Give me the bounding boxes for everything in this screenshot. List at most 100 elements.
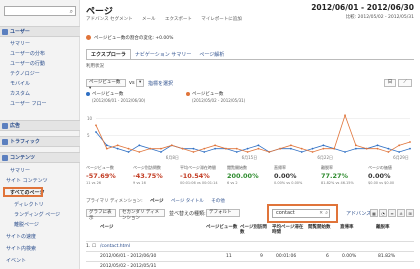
dimension-page-title[interactable]: ページ タイトル xyxy=(171,199,204,204)
checkbox-icon[interactable]: ☐ xyxy=(92,244,96,249)
sidebar-item-custom[interactable]: カスタム xyxy=(10,90,90,98)
dimension-page[interactable]: ページ xyxy=(150,199,163,204)
bar-view-icon[interactable]: ≡ xyxy=(388,209,396,217)
data-point[interactable] xyxy=(344,114,346,117)
data-point[interactable] xyxy=(365,147,368,150)
subtab-usage[interactable]: 利用状況 xyxy=(86,63,104,69)
data-point[interactable] xyxy=(376,144,379,147)
data-point[interactable] xyxy=(289,144,292,147)
add-to-dashboard-button[interactable]: マイレポートに追加 xyxy=(201,17,242,22)
data-point[interactable] xyxy=(138,144,141,147)
data-point[interactable] xyxy=(333,147,336,150)
sidebar-item-site-content[interactable]: サイト コンテンツ xyxy=(6,177,86,185)
data-point[interactable] xyxy=(246,151,249,153)
data-point[interactable] xyxy=(354,144,357,147)
data-point[interactable] xyxy=(257,144,260,147)
col-header-page[interactable]: ページ xyxy=(100,225,113,239)
sidebar-section-content[interactable]: コンテンツ xyxy=(0,152,80,163)
col-header-entrances[interactable]: 閲覧開始数 xyxy=(308,225,336,239)
data-point[interactable] xyxy=(300,151,303,153)
granularity-button[interactable]: 日 xyxy=(384,79,396,87)
tab-in-page[interactable]: ページ解析 xyxy=(195,50,228,59)
sidebar-item-technology[interactable]: テクノロジー xyxy=(10,70,90,78)
data-point[interactable] xyxy=(127,151,130,153)
data-point[interactable] xyxy=(311,151,314,153)
email-button[interactable]: メール xyxy=(142,17,156,22)
data-point[interactable] xyxy=(279,147,281,150)
col-header-exit[interactable]: 離脱率 xyxy=(376,225,406,239)
data-point[interactable] xyxy=(268,151,271,153)
search-icon[interactable]: ⌕ xyxy=(325,210,328,217)
sidebar-search-input[interactable]: ⌕ xyxy=(4,6,76,16)
plot-rows-button[interactable]: グラフに表示 xyxy=(86,209,116,221)
data-point[interactable] xyxy=(160,151,162,153)
data-point[interactable] xyxy=(203,147,206,150)
data-point[interactable] xyxy=(387,147,390,150)
select-metric-link[interactable]: 指標を選択 xyxy=(148,80,173,87)
data-point[interactable] xyxy=(170,144,173,147)
sidebar-section-ads[interactable]: 広告 xyxy=(0,120,80,131)
advanced-segment-button[interactable]: アドバンス セグメント xyxy=(86,17,133,22)
data-point[interactable] xyxy=(398,144,401,147)
data-point[interactable] xyxy=(322,147,325,150)
sort-type-select[interactable]: デフォルト xyxy=(206,209,240,217)
data-point[interactable] xyxy=(203,151,206,153)
data-point[interactable] xyxy=(354,147,357,150)
sidebar-item-users-behavior[interactable]: ユーザーの行動 xyxy=(10,60,90,68)
col-header-bounce[interactable]: 直帰率 xyxy=(340,225,368,239)
data-point[interactable] xyxy=(192,151,195,153)
data-point[interactable] xyxy=(149,147,152,150)
secondary-dimension-select[interactable]: セカンダリ ディメンション xyxy=(119,209,165,221)
tab-explorer[interactable]: エクスプローラ xyxy=(86,49,131,59)
sidebar-item-events[interactable]: イベント xyxy=(6,257,86,265)
table-filter-input[interactable]: contact ✕ ⌕ xyxy=(272,209,330,218)
data-point[interactable] xyxy=(235,147,238,150)
clear-filter-icon[interactable]: ✕ xyxy=(319,210,323,217)
sidebar-item-users-demographics[interactable]: ユーザーの分布 xyxy=(10,50,90,58)
data-point[interactable] xyxy=(105,144,108,147)
sidebar-item-users-summary[interactable]: サマリー xyxy=(10,40,90,48)
col-header-pageviews[interactable]: ページビュー数 xyxy=(206,225,238,239)
sidebar-item-content-summary[interactable]: サマリー xyxy=(10,167,90,175)
data-point[interactable] xyxy=(398,151,401,153)
data-point[interactable] xyxy=(289,147,292,150)
data-point[interactable] xyxy=(160,147,162,150)
data-point[interactable] xyxy=(214,147,217,150)
metric-select[interactable]: ページビュー数 ▾ xyxy=(86,79,126,91)
data-point[interactable] xyxy=(246,147,249,150)
data-point[interactable] xyxy=(409,141,411,143)
compare-view-icon[interactable]: ± xyxy=(397,209,405,217)
data-point[interactable] xyxy=(95,131,97,133)
metric-select-2[interactable]: ▾ xyxy=(136,79,144,87)
sidebar-item-site-search[interactable]: サイト内検索 xyxy=(6,245,86,253)
data-point[interactable] xyxy=(311,147,314,150)
advanced-filter-link[interactable]: アドバンス xyxy=(346,210,371,217)
table-view-icon[interactable]: ▦ xyxy=(370,209,378,217)
sidebar-item-user-flow[interactable]: ユーザー フロー xyxy=(10,100,90,108)
pivot-view-icon[interactable]: ⊞ xyxy=(406,209,414,217)
sidebar-section-traffic[interactable]: トラフィック xyxy=(0,136,80,147)
row-page-link[interactable]: /contact.html xyxy=(100,244,130,249)
sidebar-item-mobile[interactable]: モバイル xyxy=(10,80,90,88)
sidebar-item-site-speed[interactable]: サイトの速度 xyxy=(6,233,86,241)
line-chart[interactable]: 10 5 6月8日 6月15日 6月22日 6月29日 xyxy=(86,108,414,160)
data-point[interactable] xyxy=(95,124,97,127)
data-point[interactable] xyxy=(300,147,303,150)
data-point[interactable] xyxy=(214,144,217,147)
data-point[interactable] xyxy=(127,147,130,150)
data-point[interactable] xyxy=(192,147,195,150)
chart-type-button[interactable]: ⟋ xyxy=(398,79,412,87)
dimension-other[interactable]: その他 xyxy=(211,199,225,204)
data-point[interactable] xyxy=(138,151,141,153)
data-point[interactable] xyxy=(181,147,184,150)
data-point[interactable] xyxy=(235,151,238,153)
export-button[interactable]: エクスポート xyxy=(165,17,192,22)
data-point[interactable] xyxy=(409,147,411,150)
data-point[interactable] xyxy=(116,144,119,147)
data-point[interactable] xyxy=(322,144,325,147)
data-point[interactable] xyxy=(344,151,346,153)
pie-view-icon[interactable]: ◔ xyxy=(379,209,387,217)
table-row[interactable]: 1. ☐ /contact.html xyxy=(86,241,414,250)
data-point[interactable] xyxy=(105,147,108,150)
col-header-avg-time[interactable]: 平均ページ滞在時間 xyxy=(272,225,306,239)
